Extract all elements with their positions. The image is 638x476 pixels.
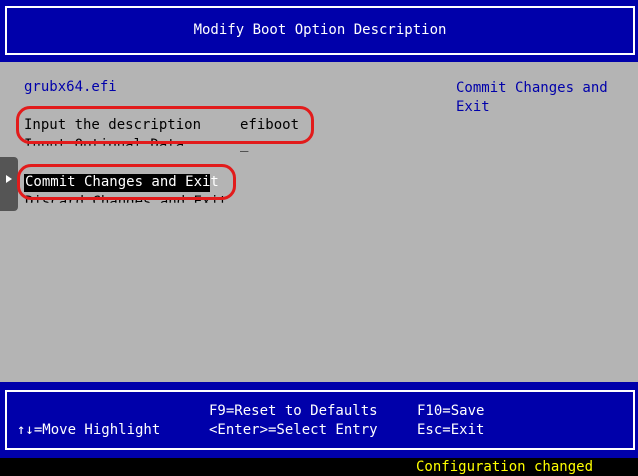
page-title: Modify Boot Option Description xyxy=(193,22,447,38)
exit-hint: Esc=Exit xyxy=(417,422,485,438)
status-message: Configuration changed xyxy=(416,459,594,475)
file-name-label: grubx64.efi xyxy=(24,79,117,95)
status-bar: Configuration changed xyxy=(0,458,638,476)
title-bar: Modify Boot Option Description xyxy=(0,0,638,62)
help-text-line2: Exit xyxy=(456,99,490,115)
move-highlight-hint: ↑↓=Move Highlight xyxy=(17,422,161,438)
title-frame: Modify Boot Option Description xyxy=(5,6,635,55)
annotation-oval-commit xyxy=(17,164,236,200)
help-text-line1: Commit Changes and xyxy=(456,80,608,96)
side-tab xyxy=(0,157,18,211)
reset-defaults-hint: F9=Reset to Defaults xyxy=(209,403,378,419)
annotation-oval-description xyxy=(16,106,314,144)
save-hint: F10=Save xyxy=(417,403,485,419)
footer-frame: ↑↓=Move Highlight F9=Reset to Defaults <… xyxy=(5,390,635,450)
footer-bar: ↑↓=Move Highlight F9=Reset to Defaults <… xyxy=(0,382,638,458)
selection-arrow-icon xyxy=(6,175,12,183)
select-entry-hint: <Enter>=Select Entry xyxy=(209,422,378,438)
